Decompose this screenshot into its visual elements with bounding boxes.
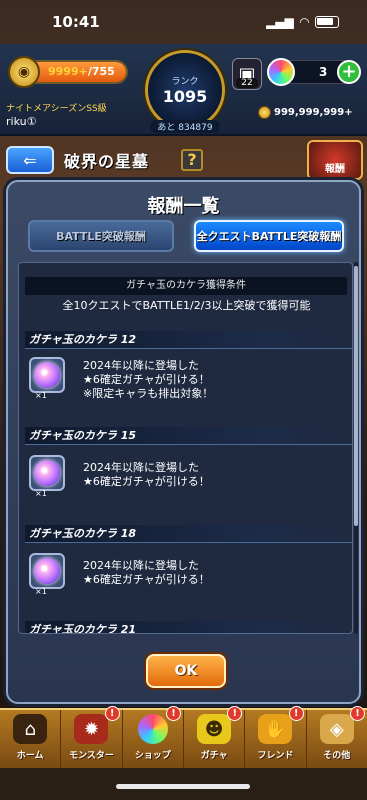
gacha-shard-icon <box>34 362 60 388</box>
nav-label: ガチャ <box>200 751 228 761</box>
nav-friend[interactable]: ✋ フレンド ! <box>245 706 307 768</box>
reward-title: ガチャ玉のカケラ 18 <box>25 525 352 543</box>
wifi-icon: ◠ <box>299 15 309 29</box>
quest-header: ⇐ 破界の星墓 ? 報酬 <box>0 140 367 180</box>
status-bar: 10:41 ▂▄▆ ◠ <box>0 0 367 44</box>
username: riku① <box>6 115 37 128</box>
nav-other[interactable]: ◈ その他 ! <box>307 706 367 768</box>
stamina-icon: ◉ <box>8 56 40 88</box>
season-rank: ナイトメアシーズンSS級 <box>6 104 107 114</box>
rank-medal[interactable]: ランク 1095 <box>145 50 225 130</box>
reward-desc: 2024年以降に登場した ★6確定ガチャが引ける！ <box>83 559 210 586</box>
coin-icon <box>258 106 271 119</box>
reward-qty: ×1 <box>35 391 47 400</box>
shop-orb-icon <box>137 714 168 744</box>
orb-count: 3 <box>319 65 328 79</box>
add-orb-button[interactable]: + <box>337 60 361 84</box>
home-icon: ⌂ <box>13 714 48 744</box>
stamina-max: /755 <box>87 65 115 78</box>
notification-badge: ! <box>288 706 304 721</box>
tab-all-quest-battle-reward[interactable]: 全クエストBATTLE突破報酬 <box>194 220 344 252</box>
friend-icon: ✋ <box>258 714 293 744</box>
monster-icon: ✹ <box>74 714 109 744</box>
nav-label: その他 <box>323 751 351 761</box>
orb-counter[interactable]: 3 + <box>267 58 361 86</box>
condition-text: 全10クエストでBATTLE1/2/3以上突破で獲得可能 <box>62 299 311 312</box>
reward-list[interactable]: ガチャ玉のカケラ獲得条件 全10クエストでBATTLE1/2/3以上突破で獲得可… <box>18 262 353 634</box>
home-indicator[interactable] <box>116 784 250 789</box>
battery-icon <box>315 16 339 28</box>
reward-item[interactable] <box>29 357 65 393</box>
back-arrow-icon: ⇐ <box>23 150 37 170</box>
reward-qty: ×1 <box>35 489 47 498</box>
other-icon: ◈ <box>319 714 354 744</box>
notification-badge: ! <box>227 706 243 721</box>
reward-title: ガチャ玉のカケラ 15 <box>25 427 352 445</box>
nav-label: ホーム <box>16 751 44 761</box>
ok-button[interactable]: OK <box>146 654 226 688</box>
nav-shop[interactable]: ショップ ! <box>123 706 184 768</box>
orb-icon <box>267 58 295 86</box>
nav-monster[interactable]: ✹ モンスター ! <box>61 706 123 768</box>
coin-counter: 999,999,999+ <box>258 106 353 119</box>
coin-count: 999,999,999+ <box>274 107 353 118</box>
reward-qty: ×1 <box>35 587 47 596</box>
signal-icon: ▂▄▆ <box>266 15 294 29</box>
rank-next-exp: あと 834879 <box>150 120 220 133</box>
rank-value: 1095 <box>162 87 208 106</box>
home-indicator-area <box>0 768 367 800</box>
reward-item[interactable] <box>29 553 65 589</box>
quest-title: 破界の星墓 <box>64 152 150 171</box>
reward-title: ガチャ玉のカケラ 12 <box>25 331 352 349</box>
rank-label: ランク <box>171 77 199 87</box>
gacha-shard-icon <box>34 558 60 584</box>
stamina-current: 9999+ <box>48 65 88 78</box>
bottom-nav: ⌂ ホーム ✹ モンスター ! ショップ ! ☻ ガチャ ! ✋ フレンド ! … <box>0 706 367 768</box>
status-icons: ▂▄▆ ◠ <box>266 15 339 29</box>
notification-badge: ! <box>104 706 120 721</box>
reward-desc: 2024年以降に登場した ★6確定ガチャが引ける！ ※限定キャラも排出対象！ <box>83 359 214 400</box>
scroll-thumb[interactable] <box>354 266 358 526</box>
notification-badge: ! <box>165 706 181 721</box>
back-button[interactable]: ⇐ <box>6 146 54 174</box>
stamina-bar[interactable]: ◉ 9999+/755 <box>8 56 128 88</box>
nav-label: ショップ <box>134 751 171 761</box>
reward-banner-icon[interactable]: 報酬 <box>307 140 363 180</box>
stamina-text: 9999+/755 <box>48 65 115 78</box>
nav-home[interactable]: ⌂ ホーム <box>0 710 62 768</box>
reward-list-scrollbar[interactable] <box>354 262 358 634</box>
nav-label: フレンド <box>257 751 294 761</box>
gacha-shard-icon <box>34 460 60 486</box>
item-box-count: 22 <box>236 78 258 88</box>
reward-list-dialog: 報酬一覧 BATTLE突破報酬 全クエストBATTLE突破報酬 ガチャ玉のカケラ… <box>6 180 361 704</box>
gacha-icon: ☻ <box>197 714 232 744</box>
tab-battle-reward[interactable]: BATTLE突破報酬 <box>28 220 174 252</box>
notification-badge: ! <box>349 706 365 721</box>
reward-title: ガチャ玉のカケラ 21 <box>25 621 352 633</box>
reward-desc: 2024年以降に登場した ★6確定ガチャが引ける！ <box>83 461 210 488</box>
nav-gacha[interactable]: ☻ ガチャ ! <box>184 706 246 768</box>
player-hud: ◉ 9999+/755 ランク 1095 あと 834879 ▣ 22 3 + … <box>0 44 367 136</box>
reward-banner-label: 報酬 <box>325 164 345 175</box>
nav-label: モンスター <box>69 751 114 761</box>
reward-item[interactable] <box>29 455 65 491</box>
dialog-title: 報酬一覧 <box>147 196 220 217</box>
help-button[interactable]: ? <box>181 149 203 171</box>
status-time: 10:41 <box>52 13 100 31</box>
condition-header: ガチャ玉のカケラ獲得条件 <box>25 277 347 295</box>
